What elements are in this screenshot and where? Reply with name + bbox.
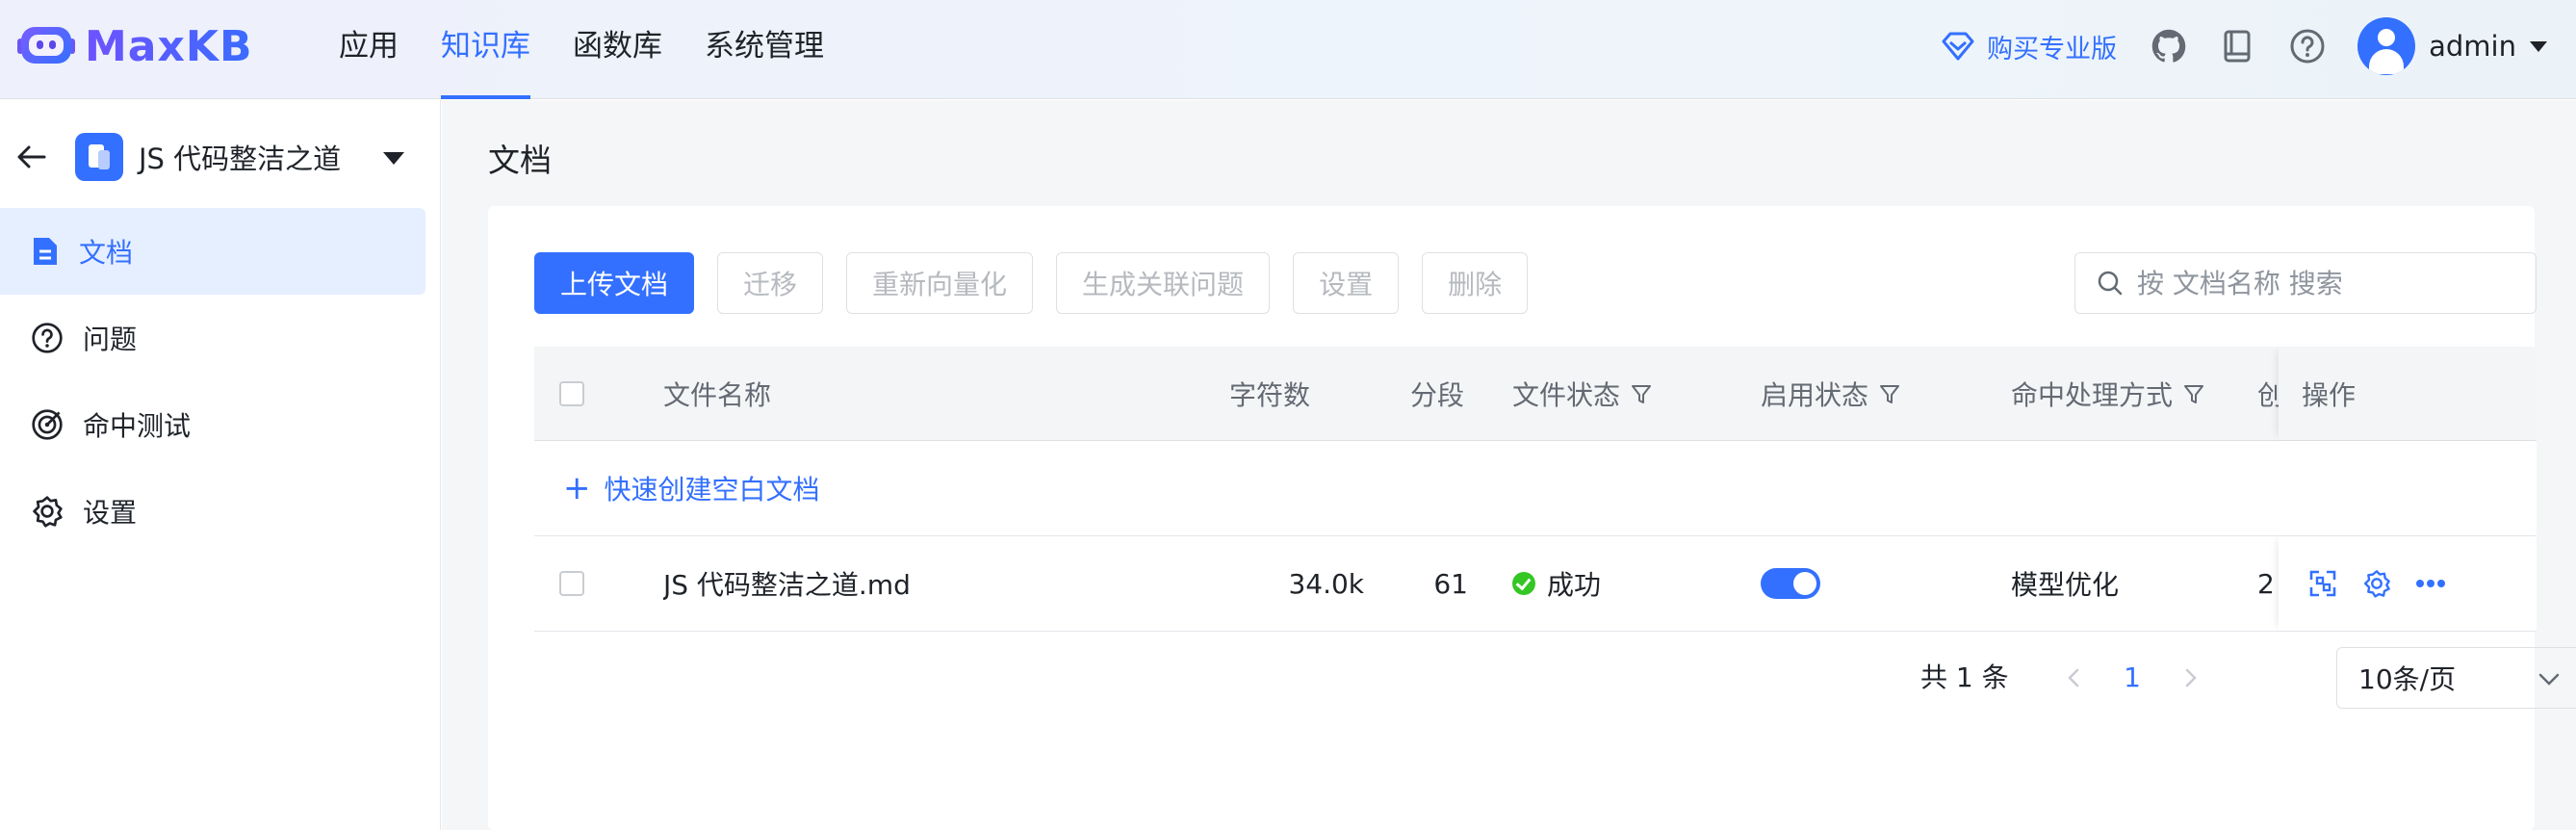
select-all-checkbox[interactable] bbox=[559, 380, 584, 406]
column-header-name: 文件名称 bbox=[663, 378, 772, 411]
target-icon bbox=[32, 409, 63, 440]
success-check-icon bbox=[1512, 572, 1535, 595]
chevron-down-icon bbox=[2538, 673, 2560, 686]
diamond-icon bbox=[1942, 32, 1974, 61]
documents-card: 上传文档 迁移 重新向量化 生成关联问题 设置 删除 文件名称 字符数 分段 文… bbox=[488, 206, 2576, 830]
column-header-chars: 字符数 bbox=[1229, 378, 1311, 411]
top-nav: 应用 知识库 函数库 系统管理 bbox=[318, 0, 845, 99]
page-size-select[interactable]: 10条/页 bbox=[2336, 647, 2576, 709]
search-input[interactable] bbox=[2137, 267, 2522, 299]
nav-item-functions[interactable]: 函数库 bbox=[573, 0, 662, 99]
column-header-enable-status: 启用状态 bbox=[1761, 347, 1901, 440]
more-actions-icon[interactable] bbox=[2411, 564, 2450, 603]
column-header-hit-method: 命中处理方式 bbox=[2011, 347, 2205, 440]
docs-book-icon[interactable] bbox=[2219, 27, 2257, 65]
row-checkbox[interactable] bbox=[559, 571, 584, 596]
enable-status-label: 启用状态 bbox=[1761, 378, 1869, 411]
nav-item-system-admin[interactable]: 系统管理 bbox=[705, 0, 824, 99]
help-icon[interactable] bbox=[2288, 27, 2327, 65]
migrate-button[interactable]: 迁移 bbox=[717, 252, 824, 314]
sidebar-item-label: 文档 bbox=[79, 237, 134, 269]
page-title: 文档 bbox=[488, 142, 552, 179]
revectorize-button[interactable]: 重新向量化 bbox=[846, 252, 1034, 314]
delete-button[interactable]: 删除 bbox=[1422, 252, 1529, 314]
hit-method-label: 命中处理方式 bbox=[2011, 378, 2174, 411]
table-row[interactable]: JS 代码整洁之道.md 34.0k 61 成功 模型优化 2 bbox=[534, 536, 2537, 632]
filter-icon[interactable] bbox=[1878, 382, 1901, 405]
sidebar-item-label: 命中测试 bbox=[83, 410, 192, 442]
buy-pro-label: 购买专业版 bbox=[1987, 34, 2118, 65]
kb-dropdown-caret-icon[interactable] bbox=[383, 152, 404, 165]
gear-icon bbox=[33, 496, 63, 528]
plus-icon: + bbox=[563, 469, 591, 507]
filter-icon[interactable] bbox=[2182, 382, 2205, 405]
buy-pro-link[interactable]: 购买专业版 bbox=[1941, 28, 2117, 65]
top-header: MaxKB 应用 知识库 函数库 系统管理 购买专业版 admin bbox=[0, 0, 2576, 99]
refresh-vectors-icon[interactable] bbox=[2304, 564, 2342, 603]
total-count: 共 1 条 bbox=[1920, 661, 2009, 693]
nav-item-apps[interactable]: 应用 bbox=[339, 0, 399, 99]
settings-button[interactable]: 设置 bbox=[1293, 252, 1400, 314]
column-header-actions: 操作 bbox=[2302, 378, 2357, 411]
row-settings-icon[interactable] bbox=[2357, 564, 2396, 603]
file-status-text: 成功 bbox=[1547, 569, 1602, 601]
user-name: admin bbox=[2429, 30, 2516, 63]
avatar bbox=[2357, 17, 2416, 75]
pagination: 共 1 条 1 10条/页 bbox=[534, 647, 2576, 709]
document-name[interactable]: JS 代码整洁之道.md bbox=[663, 536, 911, 631]
user-menu[interactable]: admin bbox=[2357, 17, 2547, 75]
upload-document-button[interactable]: 上传文档 bbox=[534, 252, 695, 314]
sidebar-item-hit-test[interactable]: 命中测试 bbox=[0, 381, 441, 468]
main-content: 文档 上传文档 迁移 重新向量化 生成关联问题 设置 删除 文件名称 字符数 分… bbox=[442, 100, 2576, 830]
document-toolbar: 上传文档 迁移 重新向量化 生成关联问题 设置 删除 bbox=[534, 252, 1551, 314]
sidebar-item-settings[interactable]: 设置 bbox=[0, 468, 441, 555]
quick-create-blank-doc-link[interactable]: + 快速创建空白文档 bbox=[563, 441, 820, 535]
table-header: 文件名称 字符数 分段 文件状态 启用状态 命中处理方式 创 操作 bbox=[534, 347, 2537, 441]
sidebar-menu: 文档 问题 命中测试 设置 bbox=[0, 208, 441, 555]
enable-toggle-cell bbox=[1761, 536, 1820, 631]
actions-column-header: 操作 bbox=[2279, 347, 2537, 440]
maxkb-logo[interactable]: MaxKB bbox=[17, 19, 253, 73]
caret-down-icon bbox=[2530, 40, 2547, 52]
header-actions: 购买专业版 admin bbox=[1941, 0, 2547, 92]
prev-page-icon[interactable] bbox=[2057, 661, 2092, 695]
sidebar: JS 代码整洁之道 文档 问题 命中测试 设置 bbox=[0, 100, 441, 830]
nav-item-knowledge-base[interactable]: 知识库 bbox=[441, 0, 530, 99]
brand-name: MaxKB bbox=[85, 21, 253, 71]
knowledge-base-switcher: JS 代码整洁之道 bbox=[0, 123, 441, 191]
generate-questions-button[interactable]: 生成关联问题 bbox=[1056, 252, 1271, 314]
question-icon bbox=[32, 323, 63, 353]
document-char-count: 34.0k bbox=[1288, 567, 1364, 600]
document-segments: 61 bbox=[1433, 567, 1468, 600]
documents-table: 文件名称 字符数 分段 文件状态 启用状态 命中处理方式 创 操作 + 快速创建… bbox=[534, 347, 2537, 632]
github-icon[interactable] bbox=[2150, 27, 2188, 65]
page-size-value: 10条/页 bbox=[2358, 663, 2457, 695]
column-header-file-status: 文件状态 bbox=[1512, 347, 1653, 440]
row-actions bbox=[2279, 536, 2537, 631]
sidebar-item-label: 问题 bbox=[83, 324, 138, 355]
page-number-current[interactable]: 1 bbox=[2113, 647, 2151, 709]
knowledge-base-icon bbox=[75, 133, 123, 181]
search-icon bbox=[2098, 271, 2123, 296]
knowledge-base-name: JS 代码整洁之道 bbox=[139, 143, 342, 175]
filter-icon[interactable] bbox=[1630, 382, 1653, 405]
file-status: 成功 bbox=[1512, 536, 1601, 631]
document-search bbox=[2074, 252, 2537, 314]
created-time-truncated: 2 bbox=[2257, 567, 2275, 600]
column-header-segments: 分段 bbox=[1410, 378, 1465, 411]
hit-method-value: 模型优化 bbox=[2011, 569, 2120, 601]
sidebar-item-label: 设置 bbox=[83, 497, 138, 529]
quick-create-row: + 快速创建空白文档 bbox=[534, 441, 2537, 536]
next-page-icon[interactable] bbox=[2173, 661, 2207, 695]
sidebar-item-questions[interactable]: 问题 bbox=[0, 295, 441, 381]
back-arrow-icon[interactable] bbox=[15, 141, 48, 173]
robot-logo-icon bbox=[17, 21, 75, 71]
sidebar-item-documents[interactable]: 文档 bbox=[0, 208, 425, 295]
quick-create-label: 快速创建空白文档 bbox=[604, 474, 820, 506]
file-status-label: 文件状态 bbox=[1512, 378, 1621, 411]
document-icon bbox=[34, 238, 57, 265]
enable-toggle[interactable] bbox=[1761, 568, 1820, 599]
